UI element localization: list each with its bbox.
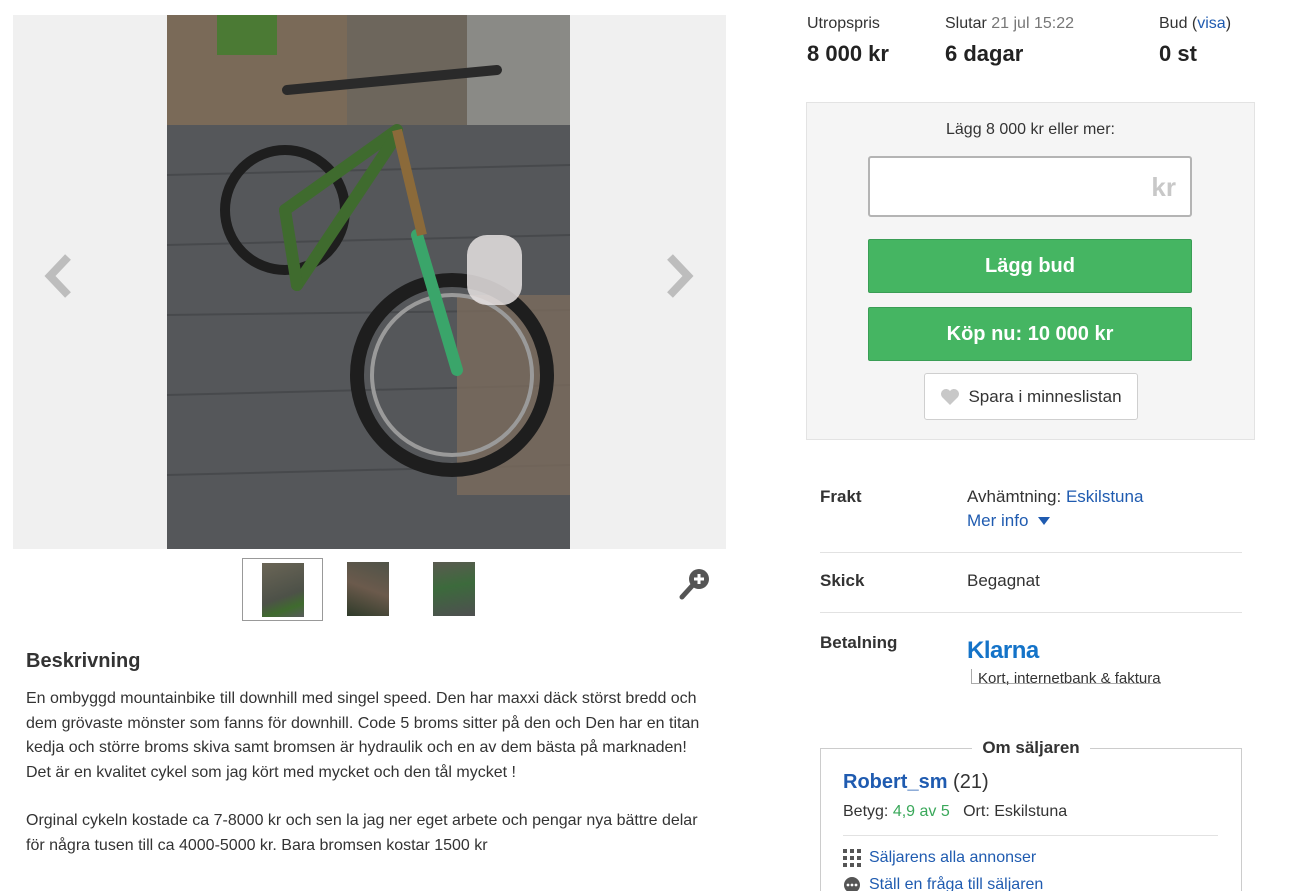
- shipping-label: Frakt: [820, 487, 862, 506]
- heart-icon: [941, 388, 960, 405]
- seller-box: Om säljaren Robert_sm (21) Betyg: 4,9 av…: [820, 738, 1242, 891]
- seller-divider: [843, 835, 1218, 836]
- ends-date: 21 jul 15:22: [991, 15, 1074, 32]
- grid-icon: [843, 849, 861, 867]
- ask-seller-label: Ställ en fråga till säljaren: [869, 876, 1044, 891]
- thumbnail-2[interactable]: [328, 558, 409, 621]
- start-price-label: Utropspris: [807, 15, 880, 32]
- ends-label: Slutar: [945, 15, 987, 32]
- info-divider: [820, 612, 1242, 613]
- shipping-city-link[interactable]: Eskilstuna: [1066, 487, 1143, 506]
- seller-all-ads-link[interactable]: Säljarens alla annonser: [843, 849, 1036, 867]
- more-info-link[interactable]: Mer info: [967, 511, 1028, 530]
- condition-value: Begagnat: [967, 571, 1040, 590]
- bid-box: Lägg 8 000 kr eller mer: kr Lägg bud Köp…: [806, 102, 1255, 440]
- seller-rating-count: (21): [953, 771, 989, 793]
- all-ads-label: Säljarens alla annonser: [869, 849, 1037, 866]
- seller-legend: Om säljaren: [821, 738, 1241, 758]
- prev-image-button[interactable]: [40, 251, 80, 301]
- zoom-in-icon: [679, 569, 709, 600]
- caret-down-icon: [1038, 517, 1051, 525]
- save-to-watchlist-button[interactable]: Spara i minneslistan: [924, 373, 1138, 420]
- payment-methods: Kort, internetbank & faktura: [971, 669, 1161, 687]
- thumbnail-image: [347, 562, 389, 616]
- payment-methods-text: Kort, internetbank & faktura: [978, 670, 1161, 687]
- bids-label: Bud: [1159, 15, 1188, 32]
- thumbnail-1[interactable]: [242, 558, 323, 621]
- save-label: Spara i minneslistan: [968, 386, 1122, 406]
- thumbnail-3[interactable]: [414, 558, 495, 621]
- description-paragraph-1: En ombyggd mountainbike till downhill me…: [26, 690, 700, 781]
- bids-value: 0 st: [1159, 41, 1197, 66]
- start-price-stat: Utropspris 8 000 kr: [807, 15, 889, 67]
- info-divider: [820, 552, 1242, 553]
- start-price-value: 8 000 kr: [807, 41, 889, 66]
- thumbnail-image: [433, 562, 475, 616]
- zoom-button[interactable]: [679, 566, 713, 600]
- bids-stat: Bud (visa) 0 st: [1159, 15, 1231, 67]
- seller-name-link[interactable]: Robert_sm: [843, 771, 947, 793]
- place-bid-button[interactable]: Lägg bud: [868, 239, 1192, 293]
- more-info-toggle[interactable]: Mer info: [967, 511, 1143, 531]
- description-section: Beskrivning En ombyggd mountainbike till…: [26, 650, 716, 882]
- shipping-value: Avhämtning: Eskilstuna Mer info: [967, 487, 1143, 531]
- next-image-button[interactable]: [658, 251, 698, 301]
- payment-label: Betalning: [820, 633, 898, 652]
- bid-hint: Lägg 8 000 kr eller mer:: [946, 121, 1115, 138]
- main-photo-bike[interactable]: [167, 15, 570, 549]
- chevron-right-icon: [667, 254, 694, 298]
- image-gallery: [13, 15, 726, 549]
- ends-value: 6 dagar: [945, 41, 1024, 66]
- seller-location: Ort: Eskilstuna: [963, 803, 1068, 820]
- description-heading: Beskrivning: [26, 650, 141, 672]
- currency-suffix: kr: [1151, 172, 1176, 202]
- rating-label: Betyg:: [843, 803, 889, 820]
- chevron-left-icon: [44, 254, 71, 298]
- bid-input-wrapper: kr: [868, 156, 1192, 217]
- seller-legend-text: Om säljaren: [972, 738, 1090, 757]
- klarna-logo: Klarna: [967, 637, 1039, 664]
- thumbnail-image: [262, 563, 304, 617]
- ends-label-row: Slutar 21 jul 15:22: [945, 15, 1074, 33]
- ends-stat: Slutar 21 jul 15:22 6 dagar: [945, 15, 1074, 67]
- bids-label-row: Bud (visa): [1159, 15, 1232, 32]
- chat-bubble-icon: [844, 877, 860, 891]
- seller-meta: Betyg: 4,9 av 5 Ort: Eskilstuna: [843, 803, 1067, 821]
- seller-name-row: Robert_sm (21): [843, 771, 989, 794]
- condition-label: Skick: [820, 571, 865, 590]
- rating-value: 4,9 av 5: [892, 803, 950, 820]
- bid-amount-input[interactable]: [870, 158, 1190, 215]
- shipping-method: Avhämtning:: [967, 487, 1062, 506]
- description-paragraph-2: Orginal cykeln kostade ca 7-8000 kr och …: [26, 812, 698, 854]
- auction-stats: Utropspris 8 000 kr Slutar 21 jul 15:22 …: [807, 15, 1257, 85]
- payment-value: Klarna Kort, internetbank & faktura: [967, 637, 1161, 687]
- show-bids-link[interactable]: visa: [1197, 15, 1225, 32]
- ask-seller-link[interactable]: Ställ en fråga till säljaren: [843, 876, 1043, 891]
- bike-photo-illustration: [167, 15, 570, 549]
- buy-now-button[interactable]: Köp nu: 10 000 kr: [868, 307, 1192, 361]
